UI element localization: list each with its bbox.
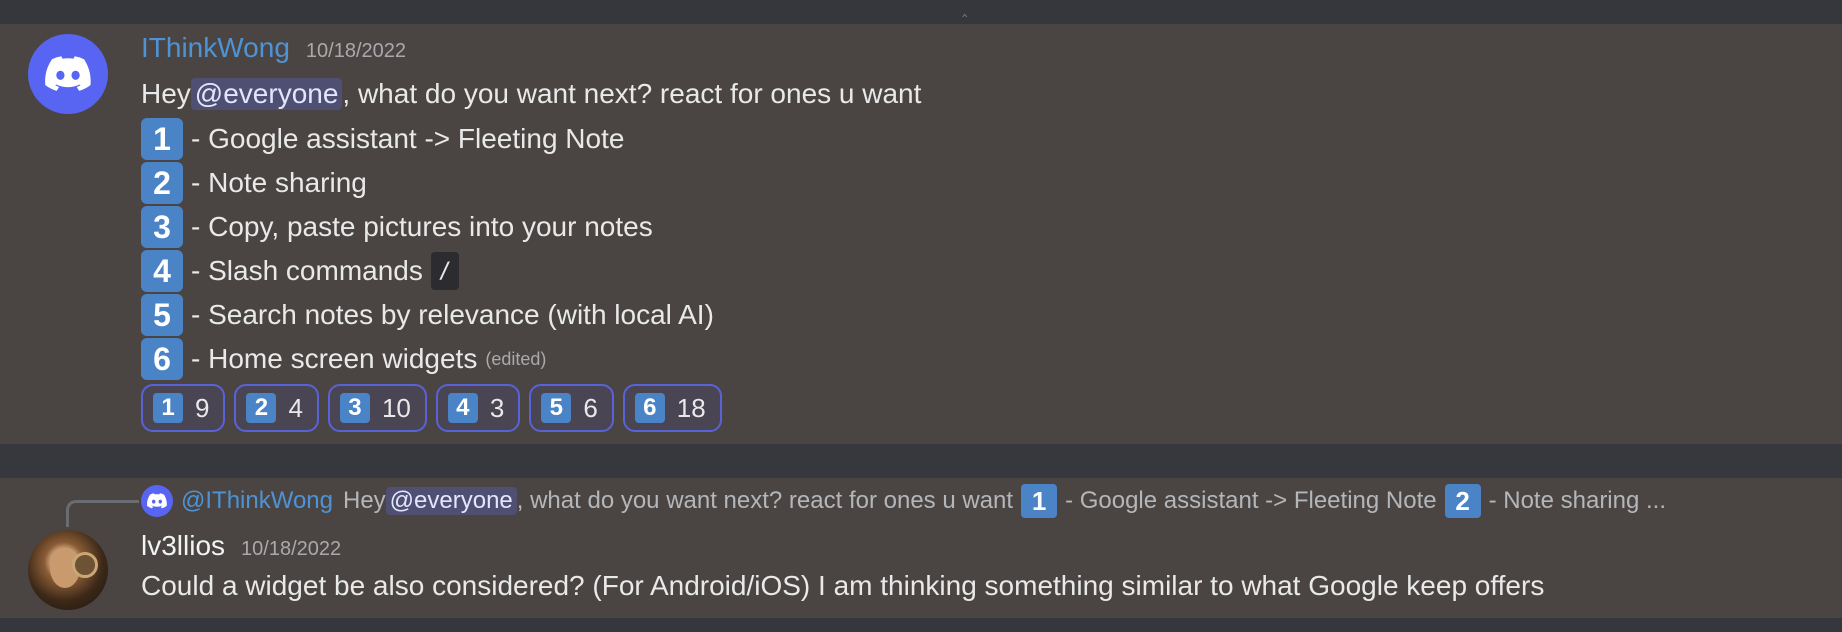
keycap-1-emoji: 1: [141, 118, 183, 160]
reaction-count: 6: [583, 392, 598, 423]
list-item: 4 - Slash commands /: [141, 250, 459, 292]
list-item-text: - Slash commands: [191, 255, 423, 286]
message-divider: [0, 444, 1842, 478]
list-item: 1 - Google assistant -> Fleeting Note: [141, 118, 624, 160]
edited-label: (edited): [485, 348, 547, 369]
reply-avatar: [141, 485, 173, 517]
message-ithinkwong[interactable]: IThinkWong 10/18/2022 Hey @everyone , wh…: [0, 24, 1842, 444]
timestamp: 10/18/2022: [241, 538, 342, 560]
discord-logo-icon: [45, 56, 91, 91]
list-item: 5 - Search notes by relevance (with loca…: [141, 294, 714, 336]
list-item-text: - Note sharing: [191, 167, 367, 198]
reaction-3[interactable]: 3 10: [327, 384, 427, 432]
message-header: IThinkWong 10/18/2022: [141, 32, 406, 64]
keycap-4-emoji: 4: [447, 393, 478, 423]
keycap-6-emoji: 6: [141, 338, 183, 380]
intro-text-rest: , what do you want next? react for ones …: [342, 78, 922, 109]
message-header: lv3llios 10/18/2022: [141, 530, 341, 562]
reply-mention: @everyone: [385, 487, 517, 515]
inline-code: /: [430, 252, 459, 290]
keycap-3-emoji: 3: [141, 206, 183, 248]
list-item: 6 - Home screen widgets (edited): [141, 338, 546, 380]
list-item-text: - Home screen widgets: [191, 343, 478, 374]
list-item: 2 - Note sharing: [141, 162, 367, 204]
list-item-text: - Search notes by relevance (with local …: [191, 299, 714, 330]
reply-author[interactable]: @IThinkWong: [181, 487, 333, 515]
list-item-text: - Google assistant -> Fleeting Note: [191, 123, 625, 154]
keycap-2-emoji: 2: [1444, 484, 1481, 518]
reply-text-item2: - Note sharing ...: [1488, 487, 1667, 514]
message-content: Could a widget be also considered? (For …: [141, 570, 1544, 602]
reply-preview[interactable]: @IThinkWong Hey @everyone , what do you …: [141, 484, 1666, 518]
keycap-2-emoji: 2: [141, 162, 183, 204]
keycap-2-emoji: 2: [246, 393, 277, 423]
timestamp: 10/18/2022: [305, 40, 406, 62]
reply-text-mid: , what do you want next? react for ones …: [516, 487, 1014, 514]
reaction-count: 3: [489, 392, 505, 423]
avatar[interactable]: [28, 530, 108, 610]
keycap-5-emoji: 5: [541, 393, 572, 423]
reaction-2[interactable]: 2 4: [234, 384, 319, 432]
reaction-count: 10: [381, 392, 411, 423]
discord-logo-icon: [147, 493, 167, 509]
keycap-6-emoji: 6: [634, 393, 665, 423]
username[interactable]: IThinkWong: [141, 32, 290, 64]
username[interactable]: lv3llios: [141, 530, 225, 562]
list-item-text: - Copy, paste pictures into your notes: [191, 211, 653, 242]
reaction-1[interactable]: 1 9: [141, 384, 226, 432]
keycap-4-emoji: 4: [141, 250, 183, 292]
message-text: Could a widget be also considered? (For …: [141, 570, 1545, 601]
top-strip: ‸: [0, 0, 1842, 24]
reaction-count: 18: [676, 392, 706, 423]
message-intro: Hey @everyone , what do you want next? r…: [141, 78, 921, 110]
avatar-goggle: [72, 552, 98, 578]
reaction-count: 4: [288, 392, 303, 423]
scroll-indicator: ‸: [962, 0, 968, 17]
reaction-4[interactable]: 4 3: [435, 384, 521, 432]
list-item: 3 - Copy, paste pictures into your notes: [141, 206, 653, 248]
reply-spine: [66, 500, 139, 527]
message-lv3llios[interactable]: @IThinkWong Hey @everyone , what do you …: [0, 478, 1842, 618]
keycap-5-emoji: 5: [141, 294, 183, 336]
reply-text-item1: - Google assistant -> Fleeting Note: [1065, 487, 1437, 514]
keycap-3-emoji: 3: [339, 393, 370, 423]
reaction-6[interactable]: 6 18: [622, 384, 722, 432]
bottom-strip: [0, 618, 1842, 632]
intro-text: Hey: [141, 78, 191, 109]
reply-text: Hey: [342, 487, 386, 514]
reaction-count: 9: [195, 392, 210, 423]
reaction-5[interactable]: 5 6: [529, 384, 614, 432]
mention-everyone[interactable]: @everyone: [190, 78, 343, 110]
reactions-bar: 1 9 2 4 3 10 4 3 5 6 6 18: [141, 384, 722, 432]
keycap-1-emoji: 1: [1021, 484, 1058, 518]
avatar[interactable]: [28, 34, 108, 114]
keycap-1-emoji: 1: [153, 393, 183, 423]
